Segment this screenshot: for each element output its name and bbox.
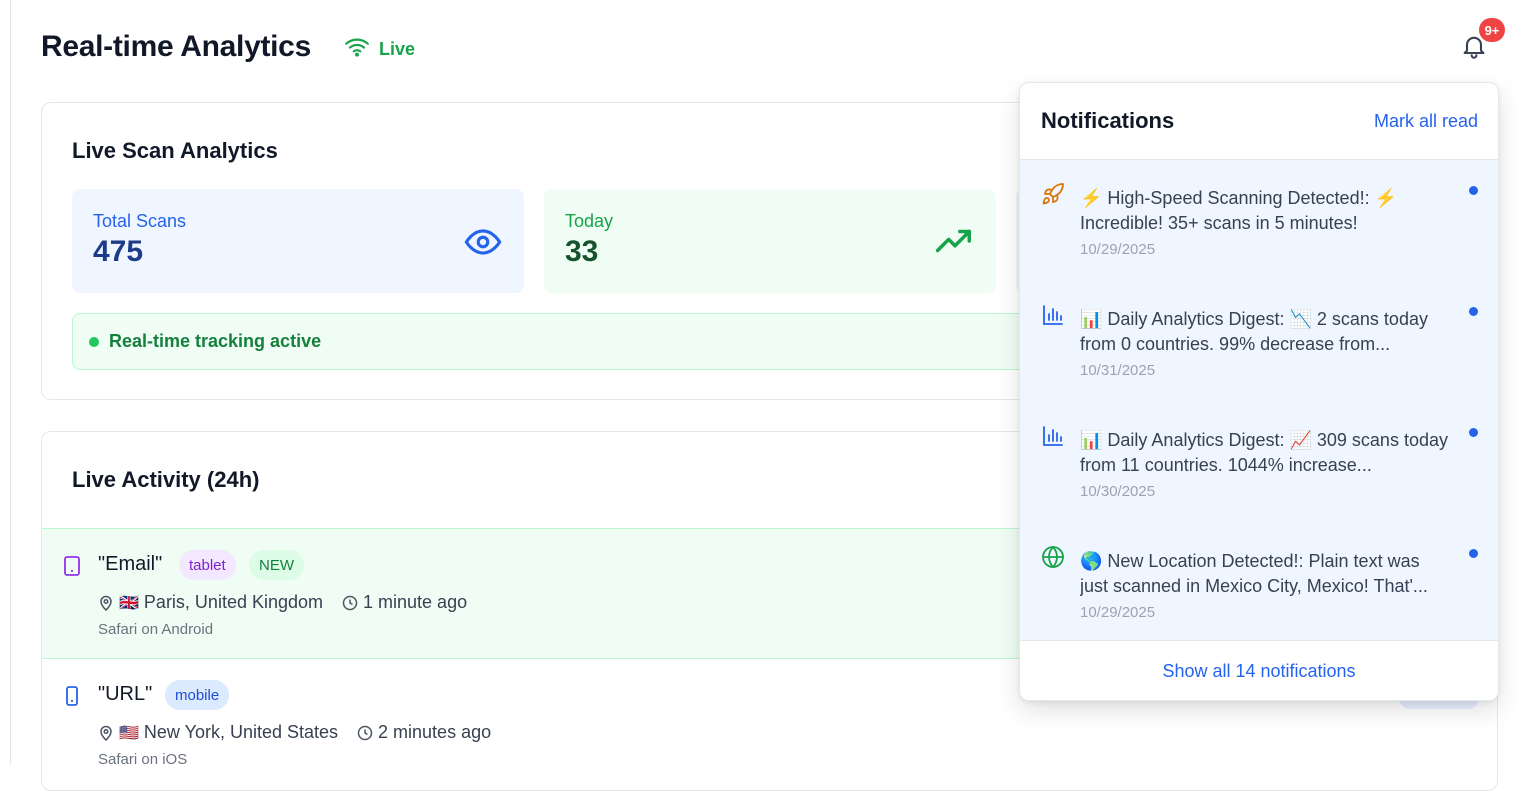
trending-up-icon	[936, 229, 971, 253]
mobile-icon	[66, 686, 78, 706]
notification-date: 10/29/2025	[1080, 604, 1156, 621]
notifications-title: Notifications	[1041, 108, 1175, 133]
map-pin-icon	[100, 725, 112, 741]
notification-count-badge: 9+	[1479, 18, 1505, 42]
notification-text: 🌎 New Location Detected!: Plain text was…	[1080, 551, 1428, 596]
clock-icon	[357, 725, 373, 740]
today-stat: Today 33	[544, 189, 996, 293]
scan-meta: 🇬🇧 Paris, United Kingdom 1 minute ago	[98, 592, 467, 613]
left-divider	[10, 0, 11, 765]
map-pin-icon	[100, 595, 112, 611]
stat-value: 33	[565, 235, 599, 268]
rocket-icon	[1042, 183, 1064, 205]
bar-chart-icon	[1043, 426, 1063, 446]
unread-dot	[1469, 549, 1478, 558]
time-text: 2 minutes ago	[378, 722, 492, 742]
user-agent: Safari on iOS	[98, 751, 188, 768]
notifications-dropdown: Notifications Mark all read ⚡ High-Speed…	[1019, 82, 1499, 701]
notification-text: ⚡ High-Speed Scanning Detected!: ⚡ Incre…	[1080, 188, 1397, 233]
unread-dot	[1469, 428, 1478, 437]
notifications-footer: Show all 14 notifications	[1020, 640, 1498, 700]
scan-name: "URL"	[98, 683, 153, 705]
scan-meta: 🇺🇸 New York, United States 2 minutes ago	[98, 722, 491, 743]
notification-item[interactable]: 🌎 New Location Detected!: Plain text was…	[1020, 523, 1498, 644]
device-badge: tablet	[179, 550, 236, 580]
notification-text: 📊 Daily Analytics Digest: 📉 2 scans toda…	[1080, 309, 1428, 354]
card-title: Live Scan Analytics	[72, 138, 278, 163]
device-badge: mobile	[165, 680, 230, 710]
country-flag: 🇺🇸	[119, 724, 139, 742]
live-indicator: Live	[344, 36, 415, 63]
clock-icon	[342, 595, 358, 610]
notifications-header: Notifications Mark all read	[1020, 83, 1498, 160]
globe-icon	[1042, 545, 1064, 569]
notification-date: 10/31/2025	[1080, 362, 1156, 379]
notification-item[interactable]: 📊 Daily Analytics Digest: 📉 2 scans toda…	[1020, 281, 1498, 402]
time-text: 1 minute ago	[363, 592, 468, 612]
location-text: Paris, United Kingdom	[143, 592, 324, 612]
location-text: New York, United States	[143, 722, 339, 742]
country-flag: 🇬🇧	[119, 594, 139, 612]
tablet-icon	[64, 556, 80, 576]
wifi-icon	[344, 36, 370, 63]
stat-label: Today	[565, 211, 614, 231]
total-scans-stat: Total Scans 475	[72, 189, 524, 293]
notifications-list: ⚡ High-Speed Scanning Detected!: ⚡ Incre…	[1020, 160, 1498, 640]
notification-item[interactable]: 📊 Daily Analytics Digest: 📈 309 scans to…	[1020, 402, 1498, 523]
scan-name: "Email"	[98, 553, 163, 575]
notification-item[interactable]: ⚡ High-Speed Scanning Detected!: ⚡ Incre…	[1020, 160, 1498, 281]
notification-date: 10/30/2025	[1080, 483, 1156, 500]
time-ago: 1 minute ago	[342, 592, 467, 613]
status-dot	[89, 337, 99, 347]
card-title: Live Activity (24h)	[72, 467, 260, 492]
new-badge: NEW	[249, 550, 304, 580]
stat-value: 475	[93, 235, 144, 268]
bar-chart-icon	[1043, 305, 1063, 325]
notification-date: 10/29/2025	[1080, 241, 1156, 258]
unread-dot	[1469, 307, 1478, 316]
notification-text: 📊 Daily Analytics Digest: 📈 309 scans to…	[1080, 430, 1448, 475]
live-label: Live	[379, 39, 416, 59]
user-agent: Safari on Android	[98, 621, 214, 638]
stat-label: Total Scans	[93, 211, 187, 231]
unread-dot	[1469, 186, 1478, 195]
time-ago: 2 minutes ago	[357, 722, 491, 743]
tracking-status-text: Real-time tracking active	[109, 331, 322, 351]
page-title: Real-time Analytics	[41, 30, 311, 63]
eye-icon	[464, 229, 502, 255]
mark-all-read-button[interactable]: Mark all read	[1374, 111, 1478, 132]
show-all-notifications-link[interactable]: Show all 14 notifications	[1162, 661, 1355, 682]
